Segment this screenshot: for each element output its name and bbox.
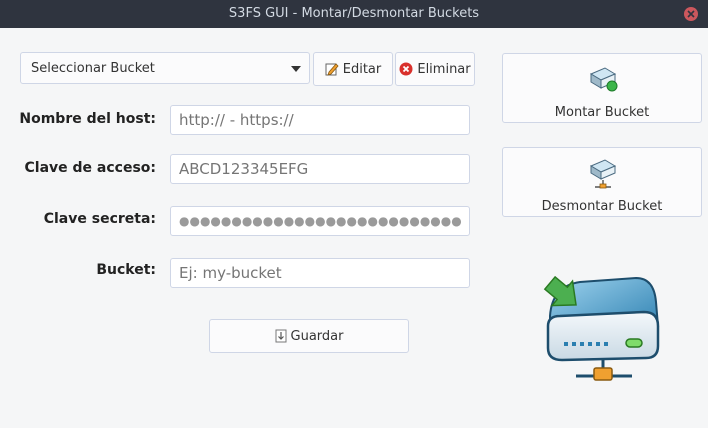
bucket-label: Bucket: (96, 262, 156, 278)
drive-mount-icon (589, 67, 618, 92)
close-button[interactable] (684, 7, 698, 21)
bucket-select-value: Seleccionar Bucket (31, 61, 155, 76)
unmount-bucket-button[interactable]: Desmontar Bucket (502, 147, 702, 217)
drive-network-icon (589, 159, 617, 189)
unmount-bucket-label: Desmontar Bucket (541, 199, 663, 214)
host-input[interactable] (170, 105, 470, 135)
save-download-icon (275, 329, 287, 343)
chevron-down-icon (291, 66, 301, 72)
network-drive-logo-icon (543, 276, 660, 381)
main-panel: Seleccionar Bucket Editar Eliminar Nombr… (0, 28, 708, 428)
secret-key-input[interactable] (170, 206, 470, 236)
save-button[interactable]: Guardar (209, 319, 409, 353)
edit-button-label: Editar (342, 61, 382, 77)
secret-key-label: Clave secreta: (43, 211, 156, 227)
mount-bucket-label: Montar Bucket (554, 105, 650, 120)
delete-button-label: Eliminar (417, 61, 471, 77)
delete-icon (399, 62, 413, 76)
save-button-label: Guardar (290, 328, 344, 344)
access-key-label: Clave de acceso: (24, 160, 157, 176)
bucket-select[interactable]: Seleccionar Bucket (20, 52, 310, 84)
window-title: S3FS GUI - Montar/Desmontar Buckets (228, 6, 480, 21)
host-label: Nombre del host: (19, 111, 156, 127)
access-key-input[interactable] (170, 154, 470, 184)
bucket-input[interactable] (170, 258, 470, 288)
mount-bucket-button[interactable]: Montar Bucket (502, 53, 702, 123)
pencil-edit-icon (325, 63, 339, 76)
delete-button[interactable]: Eliminar (395, 52, 475, 86)
title-bar: S3FS GUI - Montar/Desmontar Buckets (0, 0, 708, 28)
close-icon (687, 10, 695, 18)
edit-button[interactable]: Editar (313, 52, 393, 86)
